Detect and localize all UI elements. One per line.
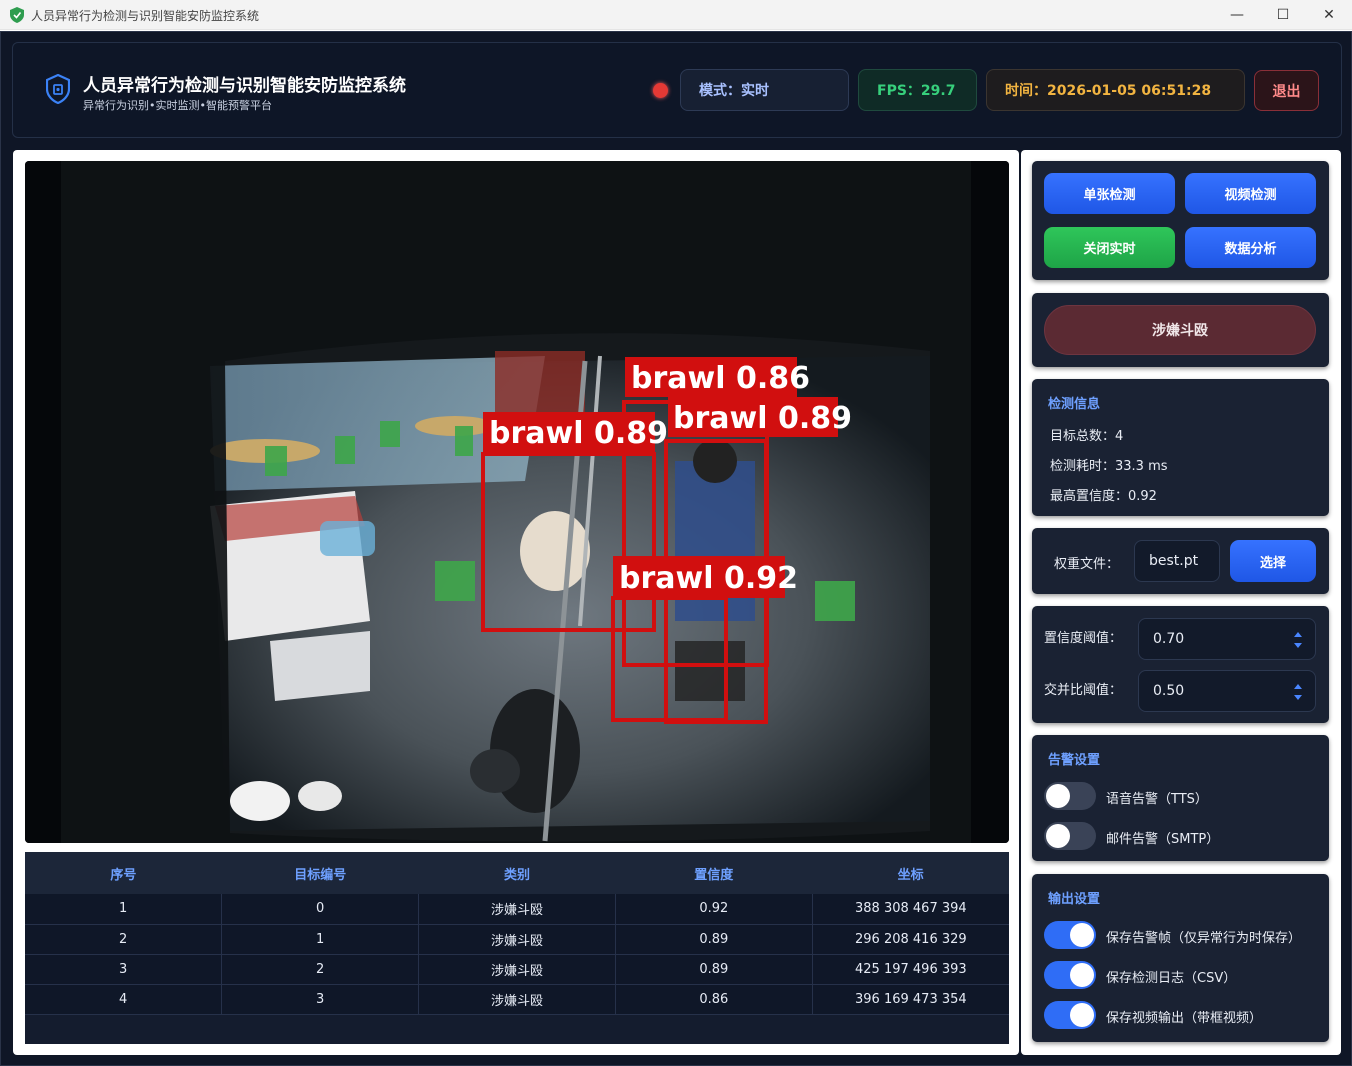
table-cell: 396 169 473 354 [812, 984, 1009, 1015]
output-settings-card: 输出设置 保存告警帧（仅异常行为时保存） 保存检测日志（CSV） 保存视频输出（… [1032, 874, 1329, 1042]
choose-weights-button[interactable]: 选择 [1230, 540, 1316, 582]
spin-arrows-icon[interactable] [1293, 681, 1303, 703]
left-panel: brawl 0.86 brawl 0.89 brawl 0.89 brawl 0… [13, 150, 1019, 1055]
table-cell: 0.86 [615, 984, 813, 1015]
recording-indicator [653, 83, 668, 98]
table-header-row: 序号 目标编号 类别 置信度 坐标 [25, 852, 1009, 894]
max-confidence: 最高置信度：0.92 [1050, 489, 1157, 504]
column-header[interactable]: 类别 [418, 852, 616, 894]
smtp-alert-label: 邮件告警（SMTP） [1106, 832, 1220, 847]
window-title: 人员异常行为检测与识别智能安防监控系统 [31, 9, 260, 23]
table-cell: 0.89 [615, 924, 813, 955]
app-title: 人员异常行为检测与识别智能安防监控系统 [83, 76, 406, 96]
window-titlebar: 人员异常行为检测与识别智能安防监控系统 — ☐ ✕ [0, 0, 1352, 30]
maximize-button[interactable]: ☐ [1260, 0, 1306, 30]
data-analysis-button[interactable]: 数据分析 [1185, 227, 1316, 268]
alarm-status: 涉嫌斗殴 [1044, 305, 1316, 355]
weights-file-field[interactable]: best.pt [1134, 540, 1220, 582]
camera-frame: brawl 0.86 brawl 0.89 brawl 0.89 brawl 0… [25, 161, 1009, 843]
weights-card: 权重文件： best.pt 选择 [1032, 528, 1329, 594]
tts-alert-label: 语音告警（TTS） [1106, 792, 1208, 807]
column-header[interactable]: 目标编号 [221, 852, 419, 894]
table-row[interactable]: 4 3 涉嫌斗殴 0.86 396 169 473 354 [25, 984, 1009, 1015]
iou-threshold-spinbox[interactable]: 0.50 [1138, 670, 1316, 712]
detection-label: brawl 0.86 [631, 361, 810, 396]
right-panel: 单张检测 视频检测 关闭实时 数据分析 涉嫌斗殴 检测信息 目标总数：4 检测耗… [1021, 150, 1341, 1055]
toggle-knob [1070, 1003, 1094, 1027]
target-total: 目标总数：4 [1050, 429, 1124, 444]
iou-threshold-value: 0.50 [1153, 683, 1185, 699]
table-cell: 425 197 496 393 [812, 954, 1009, 985]
table-cell: 2 [25, 924, 223, 955]
save-video-label: 保存视频输出（带框视频） [1106, 1011, 1263, 1026]
table-cell: 1 [25, 894, 223, 925]
save-video-toggle[interactable] [1044, 1001, 1096, 1029]
detection-label: brawl 0.92 [619, 561, 798, 596]
alarm-card: 涉嫌斗殴 [1032, 293, 1329, 367]
table-cell: 4 [25, 984, 223, 1015]
column-header[interactable]: 序号 [25, 852, 222, 894]
single-detect-button[interactable]: 单张检测 [1044, 173, 1175, 214]
detection-label: brawl 0.89 [489, 416, 668, 451]
shield-app-icon [10, 7, 24, 23]
table-cell: 0.89 [615, 954, 813, 985]
shield-logo-icon [46, 74, 70, 104]
table-cell: 涉嫌斗殴 [418, 924, 616, 955]
output-settings-title: 输出设置 [1048, 892, 1101, 907]
table-row[interactable]: 3 2 涉嫌斗殴 0.89 425 197 496 393 [25, 954, 1009, 985]
app-header: 人员异常行为检测与识别智能安防监控系统 异常行为识别•实时监测•智能预警平台 模… [12, 42, 1342, 138]
detection-info-title: 检测信息 [1048, 397, 1101, 412]
iou-threshold-label: 交并比阈值： [1044, 683, 1123, 698]
table-cell: 3 [221, 984, 420, 1015]
table-cell: 0.92 [615, 894, 813, 925]
close-window-button[interactable]: ✕ [1306, 0, 1352, 30]
save-alert-frame-label: 保存告警帧（仅异常行为时保存） [1106, 931, 1302, 946]
app-frame: 人员异常行为检测与识别智能安防监控系统 异常行为识别•实时监测•智能预警平台 模… [0, 31, 1352, 1066]
table-cell: 296 208 416 329 [812, 924, 1009, 955]
tts-alert-toggle[interactable] [1044, 782, 1096, 810]
close-realtime-button[interactable]: 关闭实时 [1044, 227, 1175, 268]
toggle-knob [1070, 963, 1094, 987]
column-header[interactable]: 坐标 [812, 852, 1009, 894]
detection-info-card: 检测信息 目标总数：4 检测耗时：33.3 ms 最高置信度：0.92 [1032, 379, 1329, 516]
weights-label: 权重文件： [1054, 557, 1120, 572]
conf-threshold-value: 0.70 [1153, 631, 1185, 647]
time-badge: 时间：2026-01-05 06:51:28 [986, 69, 1245, 111]
toggle-knob [1070, 923, 1094, 947]
alert-settings-card: 告警设置 语音告警（TTS） 邮件告警（SMTP） [1032, 735, 1329, 861]
detection-table: 序号 目标编号 类别 置信度 坐标 1 0 涉嫌斗殴 0.92 388 308 … [25, 852, 1009, 1044]
alert-settings-title: 告警设置 [1048, 753, 1101, 768]
minimize-button[interactable]: — [1214, 0, 1260, 30]
column-header[interactable]: 置信度 [615, 852, 813, 894]
table-cell: 388 308 467 394 [812, 894, 1009, 925]
table-cell: 涉嫌斗殴 [418, 894, 616, 925]
conf-threshold-label: 置信度阈值： [1044, 631, 1123, 646]
detection-elapsed: 检测耗时：33.3 ms [1050, 459, 1168, 474]
table-cell: 涉嫌斗殴 [418, 954, 616, 985]
app-subtitle: 异常行为识别•实时监测•智能预警平台 [83, 99, 272, 112]
table-cell: 2 [221, 954, 420, 985]
detection-label: brawl 0.89 [673, 401, 852, 436]
table-cell: 3 [25, 954, 223, 985]
table-row[interactable]: 1 0 涉嫌斗殴 0.92 388 308 467 394 [25, 894, 1009, 925]
video-detect-button[interactable]: 视频检测 [1185, 173, 1316, 214]
video-display: brawl 0.86 brawl 0.89 brawl 0.89 brawl 0… [25, 161, 1009, 843]
mode-badge: 模式：实时 [680, 69, 849, 111]
toggle-knob [1046, 784, 1070, 808]
thresholds-card: 置信度阈值： 0.70 交并比阈值： 0.50 [1032, 606, 1329, 723]
table-cell: 1 [221, 924, 420, 955]
table-cell: 涉嫌斗殴 [418, 984, 616, 1015]
table-cell: 0 [221, 894, 420, 925]
smtp-alert-toggle[interactable] [1044, 822, 1096, 850]
spin-arrows-icon[interactable] [1293, 629, 1303, 651]
fps-badge: FPS：29.7 [858, 69, 977, 111]
save-alert-frame-toggle[interactable] [1044, 921, 1096, 949]
conf-threshold-spinbox[interactable]: 0.70 [1138, 618, 1316, 660]
control-buttons-card: 单张检测 视频检测 关闭实时 数据分析 [1032, 161, 1329, 280]
save-log-toggle[interactable] [1044, 961, 1096, 989]
table-row[interactable]: 2 1 涉嫌斗殴 0.89 296 208 416 329 [25, 924, 1009, 955]
toggle-knob [1046, 824, 1070, 848]
save-log-label: 保存检测日志（CSV） [1106, 971, 1237, 986]
exit-button[interactable]: 退出 [1254, 70, 1319, 111]
